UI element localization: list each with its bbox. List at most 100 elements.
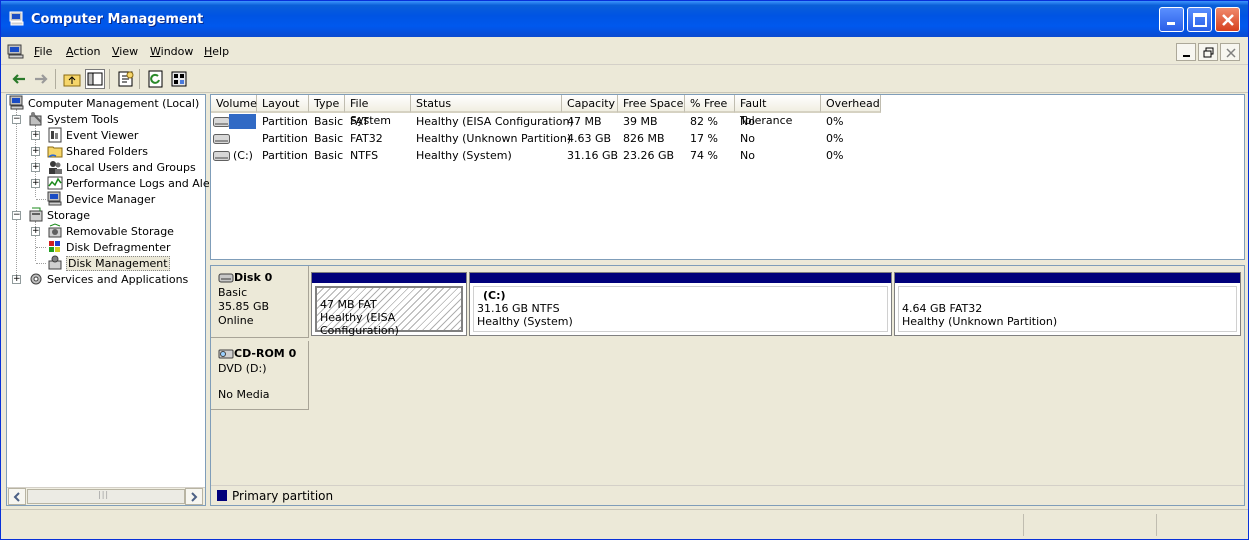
cell-free-space: 23.26 GB (623, 149, 675, 162)
title-bar[interactable]: Computer Management (1, 1, 1248, 37)
child-minimize-button[interactable] (1176, 43, 1196, 61)
column-header-status[interactable]: Status (411, 95, 562, 113)
scroll-right-button[interactable] (185, 488, 203, 505)
column-header-layout[interactable]: Layout (257, 95, 309, 113)
cell-status: Healthy (EISA Configuration) (416, 115, 574, 128)
tree-item-disk-management[interactable]: Disk Management (47, 255, 170, 271)
menu-action[interactable]: Action (66, 45, 100, 58)
table-row[interactable]: Partition Basic FAT Healthy (EISA Config… (211, 114, 881, 130)
cell-percent-free: 74 % (690, 149, 718, 162)
cell-status: Healthy (System) (416, 149, 512, 162)
expand-toggle[interactable]: + (31, 227, 40, 236)
tree-label: Shared Folders (66, 144, 148, 158)
disk-name: Disk 0 (234, 271, 273, 284)
volume-icon (213, 151, 230, 161)
table-row[interactable]: Partition Basic FAT32 Healthy (Unknown P… (211, 131, 881, 147)
maximize-icon (1193, 13, 1207, 27)
column-header-capacity[interactable]: Capacity (562, 95, 618, 113)
expand-toggle[interactable]: + (31, 147, 40, 156)
tree-label: Disk Defragmenter (66, 240, 171, 254)
scroll-thumb[interactable]: ||| (27, 489, 185, 504)
tree-item-disk-defragmenter[interactable]: Disk Defragmenter (47, 239, 171, 255)
menu-window[interactable]: Window (150, 45, 193, 58)
tree-item-system-tools[interactable]: System Tools (28, 111, 119, 127)
properties-icon[interactable] (116, 69, 136, 89)
menu-file[interactable]: File (34, 45, 52, 58)
maximize-button[interactable] (1187, 7, 1212, 32)
disk-0-info[interactable]: Disk 0 Basic 35.85 GB Online (211, 266, 309, 338)
column-header-percent-free[interactable]: % Free (685, 95, 735, 113)
tree-item-computer-management[interactable]: Computer Management (Local) (9, 95, 199, 111)
child-close-button[interactable] (1220, 43, 1240, 61)
expand-toggle[interactable]: + (31, 179, 40, 188)
table-row[interactable]: (C:) Partition Basic NTFS Healthy (Syste… (211, 148, 881, 164)
cell-capacity: 4.63 GB (567, 132, 612, 145)
up-folder-icon[interactable] (62, 69, 82, 89)
cell-fault-tolerance: No (740, 115, 755, 128)
refresh-icon[interactable] (146, 69, 166, 89)
partition-c[interactable]: (C:) 31.16 GB NTFS Healthy (System) (469, 272, 892, 336)
volume-list: Volume Layout Type File System Status Ca… (210, 94, 1245, 260)
column-header-type[interactable]: Type (309, 95, 345, 113)
disk-state: No Media (218, 388, 270, 401)
menu-view[interactable]: View (112, 45, 138, 58)
tree-item-performance-logs[interactable]: Performance Logs and Alerts (47, 175, 224, 191)
help-topics-icon[interactable] (169, 69, 189, 89)
computer-icon (9, 95, 24, 110)
column-header-overhead[interactable]: Overhead (821, 95, 881, 113)
primary-partition-bar (470, 273, 891, 283)
hard-disk-icon (218, 273, 234, 282)
cell-layout: Partition (262, 115, 308, 128)
cell-capacity: 31.16 GB (567, 149, 619, 162)
tree-item-device-manager[interactable]: Device Manager (47, 191, 155, 207)
mmc-console-icon[interactable] (7, 44, 25, 60)
scroll-left-button[interactable] (8, 488, 26, 505)
services-icon (30, 273, 42, 285)
expand-toggle[interactable]: + (12, 275, 21, 284)
collapse-toggle[interactable]: − (12, 115, 21, 124)
close-icon (1222, 14, 1234, 26)
partition-eisa[interactable]: 47 MB FAT Healthy (EISA Configuration) (311, 272, 467, 337)
close-button[interactable] (1215, 7, 1240, 32)
expand-toggle[interactable]: + (31, 131, 40, 140)
tree-label-selected: Disk Management (66, 255, 170, 271)
column-header-free-space[interactable]: Free Space (618, 95, 685, 113)
tree-label: Removable Storage (66, 224, 174, 238)
tree-item-local-users[interactable]: Local Users and Groups (47, 159, 196, 175)
arrow-left-icon (13, 492, 20, 502)
system-tools-icon (29, 112, 42, 126)
disk-defragmenter-icon (49, 241, 60, 252)
performance-logs-icon (47, 176, 63, 190)
tree-item-event-viewer[interactable]: Event Viewer (47, 127, 138, 143)
cell-file-system: FAT32 (350, 132, 383, 145)
column-header-file-system[interactable]: File System (345, 95, 411, 127)
tree-item-services-applications[interactable]: Services and Applications (28, 271, 188, 287)
tree-label: Event Viewer (66, 128, 139, 142)
tree-item-shared-folders[interactable]: Shared Folders (47, 143, 148, 159)
menu-help[interactable]: Help (204, 45, 229, 58)
close-icon (1226, 48, 1236, 58)
expand-toggle[interactable]: + (31, 163, 40, 172)
forward-arrow-icon[interactable] (31, 69, 51, 89)
child-restore-button[interactable] (1198, 43, 1218, 61)
cd-rom-icon (218, 349, 234, 358)
disk-graphical-view: Disk 0 Basic 35.85 GB Online 47 MB FAT H… (210, 265, 1245, 506)
window-title: Computer Management (31, 12, 204, 27)
cdrom-0-info[interactable]: CD-ROM 0 DVD (D:) No Media (211, 341, 309, 410)
column-header-fault-tolerance[interactable]: Fault Tolerance (735, 95, 821, 127)
cell-layout: Partition (262, 132, 308, 145)
selected-volume-cell (229, 114, 256, 129)
show-hide-tree-button[interactable] (85, 69, 105, 89)
column-header-volume[interactable]: Volume (211, 95, 257, 113)
tree-item-storage[interactable]: Storage (28, 207, 90, 223)
tree-horizontal-scrollbar[interactable]: ||| (7, 487, 205, 505)
cell-status: Healthy (Unknown Partition) (416, 132, 572, 145)
tree-item-removable-storage[interactable]: Removable Storage (47, 223, 174, 239)
partition-fat32[interactable]: 4.64 GB FAT32 Healthy (Unknown Partition… (894, 272, 1241, 336)
disk-size: 35.85 GB (218, 300, 270, 313)
computer-management-window: Computer Management File Action View Win… (0, 0, 1249, 540)
cell-file-system: NTFS (350, 149, 379, 162)
collapse-toggle[interactable]: − (12, 211, 21, 220)
back-arrow-icon[interactable] (9, 69, 29, 89)
minimize-button[interactable] (1159, 7, 1184, 32)
